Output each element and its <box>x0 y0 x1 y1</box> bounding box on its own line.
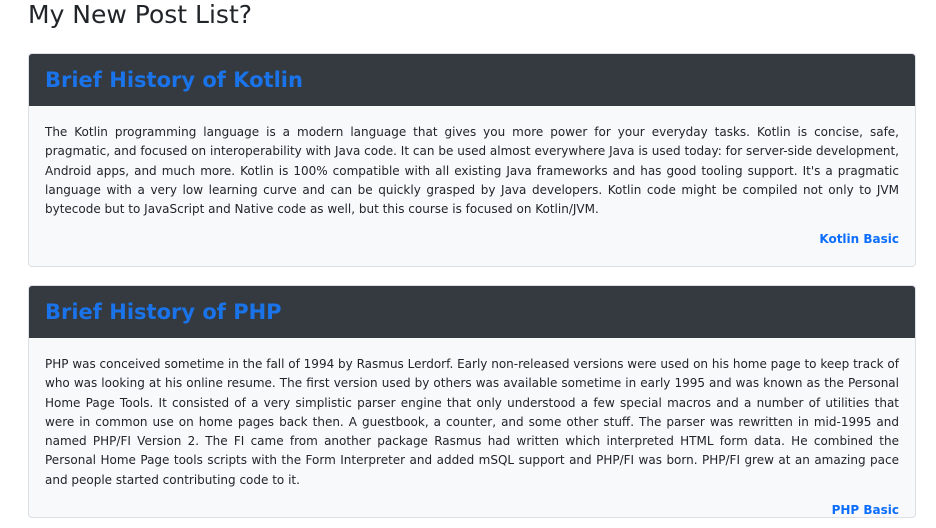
post-category-link[interactable]: PHP Basic <box>832 503 899 517</box>
post-footer: Kotlin Basic <box>29 232 915 246</box>
page-title: My New Post List? <box>28 0 253 29</box>
post-body: PHP was conceived sometime in the fall o… <box>29 338 915 490</box>
post-category-link[interactable]: Kotlin Basic <box>819 232 899 246</box>
post-card-php: Brief History of PHP PHP was conceived s… <box>28 285 916 518</box>
post-body-text: The Kotlin programming language is a mod… <box>45 125 899 217</box>
post-footer: PHP Basic <box>29 503 915 517</box>
post-card-kotlin: Brief History of Kotlin The Kotlin progr… <box>28 53 916 267</box>
post-body: The Kotlin programming language is a mod… <box>29 106 915 219</box>
post-body-text: PHP was conceived sometime in the fall o… <box>45 357 899 487</box>
post-card-header: Brief History of Kotlin <box>29 54 915 106</box>
post-title-link[interactable]: Brief History of PHP <box>45 300 282 324</box>
post-card-header: Brief History of PHP <box>29 286 915 338</box>
post-title-link[interactable]: Brief History of Kotlin <box>45 68 303 92</box>
